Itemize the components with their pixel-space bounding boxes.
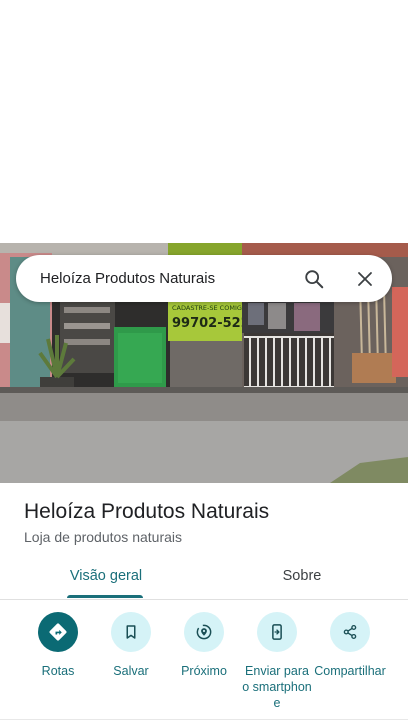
close-icon	[358, 272, 372, 286]
share-button[interactable]: Compartilhar	[310, 612, 390, 679]
nearby-button[interactable]: Próximo	[164, 612, 244, 679]
map-blank-area	[0, 0, 408, 243]
tab-overview[interactable]: Visão geral	[64, 558, 148, 599]
place-title: Heloíza Produtos Naturais	[24, 500, 270, 523]
send-to-phone-button[interactable]: Enviar para o smartphone	[237, 612, 317, 711]
directions-label: Rotas	[41, 664, 75, 678]
bookmark-icon	[126, 625, 136, 639]
share-icon	[343, 624, 357, 640]
directions-button[interactable]: Rotas	[18, 612, 98, 679]
directions-icon	[49, 623, 67, 641]
search-button[interactable]	[298, 263, 330, 295]
sign-text-top: CADASTRE-SE COMIGO	[172, 304, 247, 312]
directions-button-circle[interactable]	[38, 612, 78, 652]
save-button[interactable]: Salvar	[91, 612, 171, 679]
close-button[interactable]	[349, 263, 381, 295]
divider	[0, 719, 408, 720]
share-label: Compartilhar	[314, 664, 386, 678]
send-to-phone-button-circle[interactable]	[257, 612, 297, 652]
save-label: Salvar	[113, 664, 149, 678]
search-query-text[interactable]: Heloíza Produtos Naturais	[40, 255, 215, 302]
tab-bar: Visão geral Sobre	[0, 558, 408, 600]
action-row: Rotas Salvar Próximo Enviar para o smart…	[0, 612, 408, 712]
nearby-icon	[196, 624, 212, 640]
place-category[interactable]: Loja de produtos naturais	[24, 529, 182, 545]
nearby-label: Próximo	[181, 664, 227, 678]
send-to-phone-label: Enviar para o smartphone	[242, 664, 312, 710]
tab-selected-indicator	[67, 595, 143, 598]
nearby-button-circle[interactable]	[184, 612, 224, 652]
search-icon	[305, 270, 324, 289]
tab-about[interactable]: Sobre	[262, 558, 342, 599]
share-button-circle[interactable]	[330, 612, 370, 652]
send-to-phone-icon	[272, 624, 282, 640]
save-button-circle[interactable]	[111, 612, 151, 652]
search-bar[interactable]: Heloíza Produtos Naturais	[16, 255, 392, 302]
